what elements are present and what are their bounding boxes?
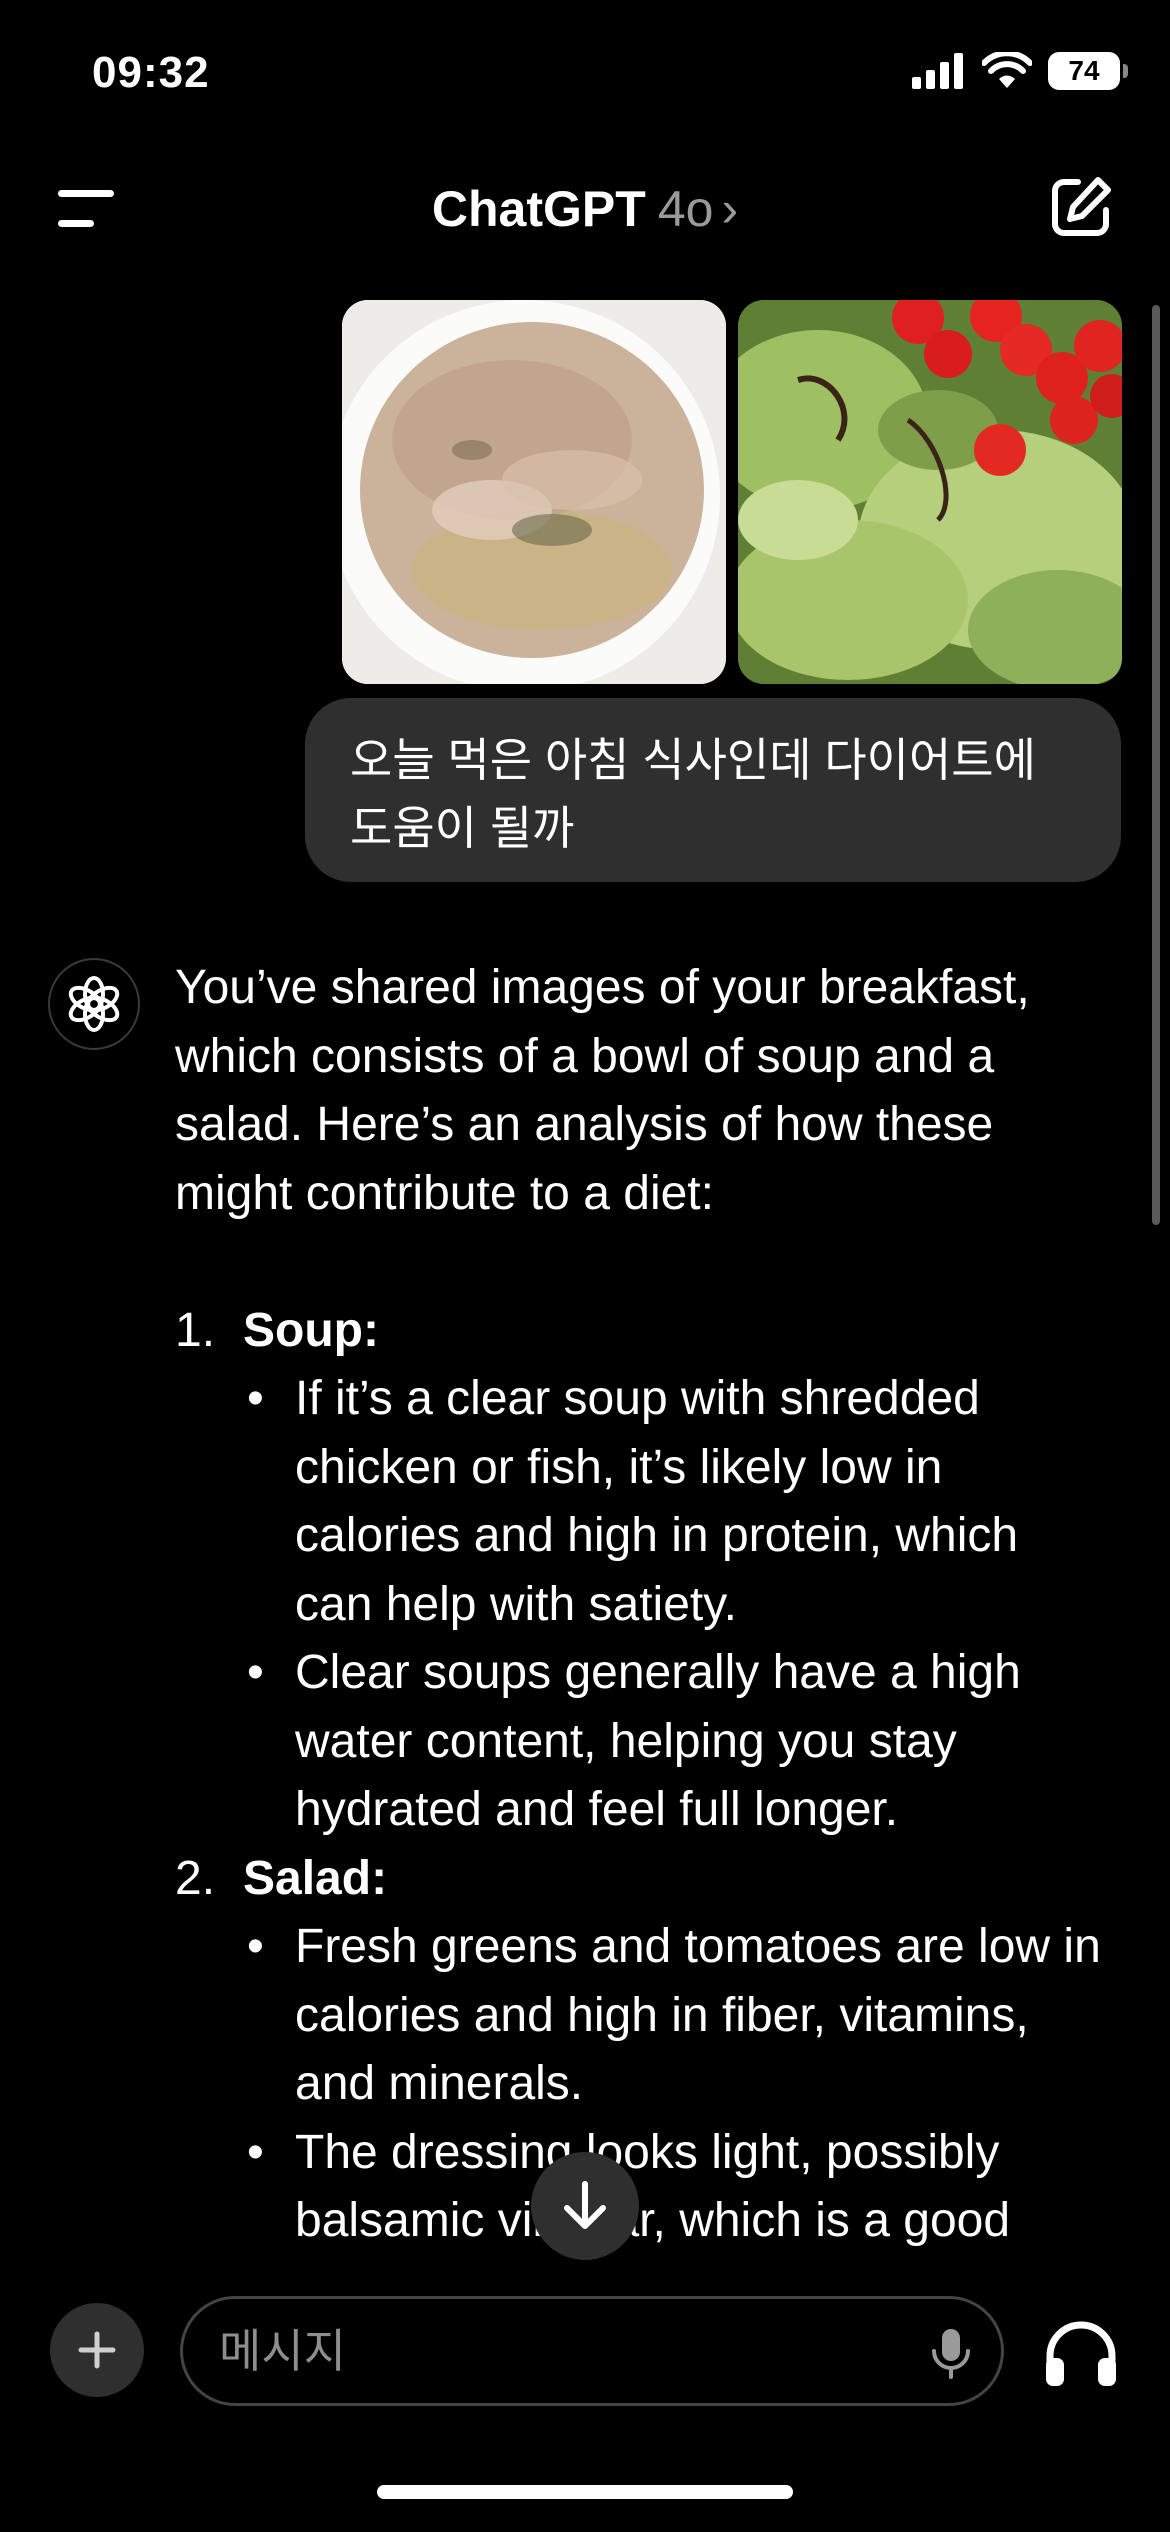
attach-button[interactable]: [50, 2303, 144, 2397]
soup-image: [342, 300, 726, 684]
list-item: The dressing looks light, possibly balsa…: [239, 2119, 1105, 2256]
salad-photo[interactable]: [738, 300, 1122, 684]
list-section-heading: 1. Soup:: [175, 1297, 1105, 1366]
battery-indicator: 74: [1048, 52, 1128, 90]
compose-icon[interactable]: [1048, 174, 1114, 240]
model-name: 4o: [657, 181, 714, 237]
list-title: Soup:: [243, 1303, 379, 1357]
soup-photo[interactable]: [342, 300, 726, 684]
mic-icon[interactable]: [923, 2325, 979, 2381]
status-icons: 74: [912, 52, 1128, 90]
plus-icon: [78, 2331, 116, 2369]
user-message-bubble: 오늘 먹은 아침 식사인데 다이어트에 도움이 될까: [305, 698, 1121, 882]
message-composer[interactable]: [180, 2296, 1004, 2406]
headphones-icon[interactable]: [1042, 2318, 1120, 2388]
list-section-heading: 2. Salad:: [175, 1845, 1105, 1914]
chevron-right-icon: ›: [721, 181, 739, 237]
list-item: Fresh greens and tomatoes are low in cal…: [239, 1913, 1105, 2119]
scrollbar[interactable]: [1152, 305, 1160, 1225]
battery-level: 74: [1068, 55, 1100, 86]
list-item: Clear soups generally have a high water …: [239, 1639, 1105, 1845]
status-time: 09:32: [92, 48, 210, 97]
app-title: ChatGPT: [431, 181, 646, 237]
list-number: 1.: [175, 1303, 216, 1357]
user-message-line: 도움이 될까: [350, 802, 575, 854]
scroll-to-bottom-button[interactable]: [531, 2152, 639, 2260]
model-selector[interactable]: ChatGPT 4o ›: [0, 180, 1170, 238]
salad-image: [738, 300, 1122, 684]
assistant-message: You’ve shared images of your breakfast, …: [175, 954, 1105, 2256]
cellular-signal-icon: [912, 53, 963, 89]
list-number: 2.: [175, 1851, 216, 1905]
openai-logo-icon: [48, 958, 140, 1050]
wifi-icon: [982, 52, 1032, 88]
user-message-line: 오늘 먹은 아침 식사인데 다이어트에: [350, 734, 1036, 786]
bullet-list: Fresh greens and tomatoes are low in cal…: [239, 1913, 1105, 2256]
assistant-intro: You’ve shared images of your breakfast, …: [175, 961, 1030, 1220]
message-input[interactable]: [219, 2321, 859, 2381]
home-indicator: [377, 2485, 793, 2499]
arrow-down-icon: [564, 2181, 606, 2229]
bullet-list: If it’s a clear soup with shredded chick…: [239, 1365, 1105, 1845]
list-title: Salad:: [243, 1851, 388, 1905]
list-item: If it’s a clear soup with shredded chick…: [239, 1365, 1105, 1639]
